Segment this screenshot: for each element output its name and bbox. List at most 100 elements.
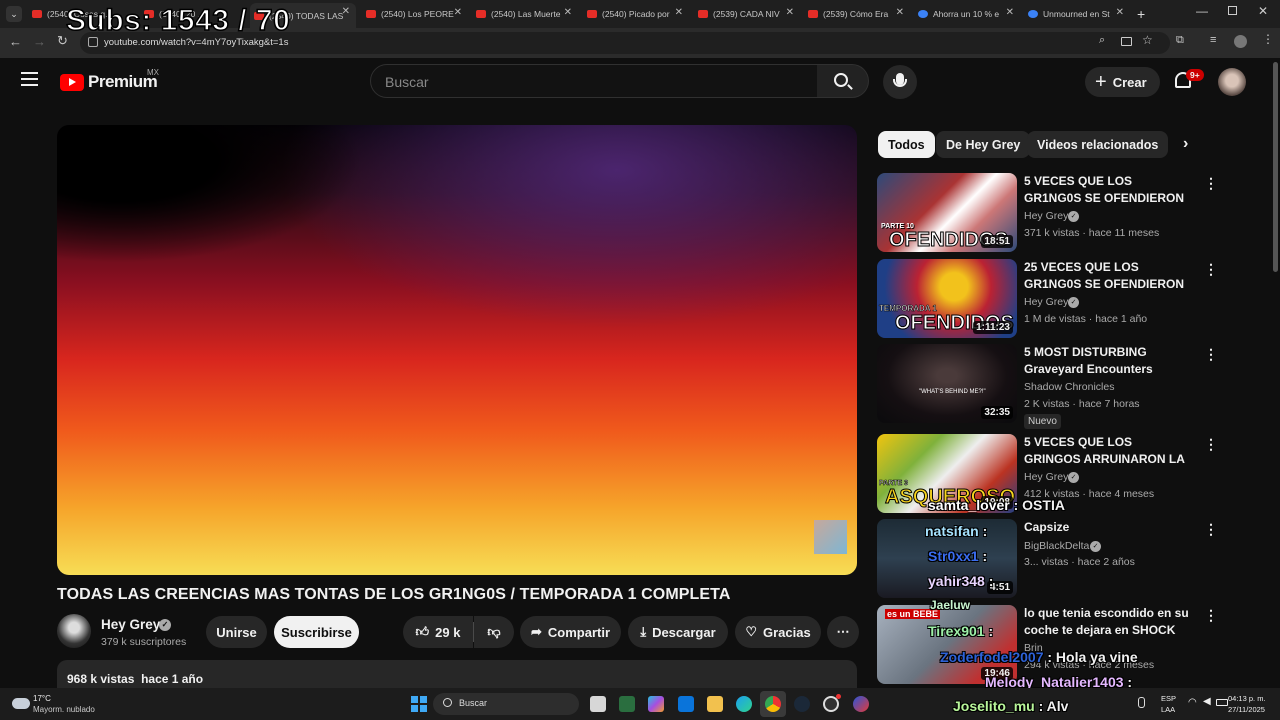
recommendation-channel[interactable]: Shadow Chronicles [1024, 381, 1114, 393]
recommendation-item[interactable]: "WHAT'S BEHIND ME?!" 32:35 5 MOST DISTUR… [877, 344, 1218, 429]
close-icon[interactable]: ✕ [896, 7, 904, 18]
extensions-icon[interactable]: ⧉ [1176, 34, 1184, 47]
close-icon[interactable]: ✕ [1006, 7, 1014, 18]
bookmark-star-icon[interactable]: ☆ [1142, 33, 1153, 47]
thanks-button[interactable]: ♡ Gracias [735, 616, 821, 648]
recommendation-title[interactable]: 5 VECES QUE LOS GR1NG0S SE OFENDIERON PO… [1024, 173, 1192, 207]
edge-icon[interactable] [736, 696, 752, 712]
site-info-icon[interactable] [88, 37, 98, 47]
recommendation-channel[interactable]: BigBlackDelta [1024, 540, 1089, 552]
channel-avatar[interactable] [57, 614, 91, 648]
chip-videos-relacionados[interactable]: Videos relacionados [1027, 131, 1169, 158]
voice-search-button[interactable] [883, 65, 917, 99]
recommendation-channel[interactable]: Hey Grey [1024, 296, 1068, 308]
copilot-icon[interactable] [648, 696, 664, 712]
search-button[interactable] [817, 64, 869, 98]
clock-date[interactable]: 27/11/2025 [1228, 705, 1265, 714]
restore-window-icon[interactable] [1228, 6, 1237, 15]
recommendation-channel[interactable]: Hey Grey [1024, 210, 1068, 222]
more-vertical-icon[interactable]: ⋮ [1204, 175, 1218, 192]
profile-avatar-icon[interactable] [1234, 35, 1247, 48]
more-vertical-icon[interactable]: ⋮ [1204, 521, 1218, 538]
app-icon[interactable] [853, 696, 869, 712]
minimize-window-icon[interactable]: — [1196, 4, 1208, 18]
more-vertical-icon[interactable]: ⋮ [1204, 436, 1218, 453]
recommendation-item[interactable]: TEMPORADA 1 OFENDIDOS 1:11:23 25 VECES Q… [877, 259, 1218, 339]
new-tab-button[interactable]: + [1137, 6, 1145, 22]
video-thumbnail[interactable]: PARTE 10 OFENDIDOS 18:51 [877, 173, 1017, 252]
close-icon[interactable]: ✕ [342, 6, 350, 17]
close-icon[interactable]: ✕ [786, 7, 794, 18]
zoom-icon[interactable]: ⌕ [1099, 34, 1105, 47]
more-actions-button[interactable]: ⋯ [827, 616, 859, 648]
chip-todos[interactable]: Todos [878, 131, 935, 158]
cast-icon[interactable] [1121, 37, 1132, 46]
mic-tray-icon[interactable] [1138, 697, 1145, 708]
close-icon[interactable]: ✕ [564, 7, 572, 18]
recommendation-channel[interactable]: Hey Grey [1024, 471, 1068, 483]
file-explorer-icon[interactable] [707, 696, 723, 712]
more-vertical-icon[interactable]: ⋮ [1204, 261, 1218, 278]
hamburger-menu-icon[interactable] [21, 72, 38, 86]
recommendation-title[interactable]: 25 VECES QUE LOS GR1NG0S SE OFENDIERON P… [1024, 259, 1192, 293]
more-vertical-icon[interactable]: ⋮ [1204, 346, 1218, 363]
store-icon[interactable] [678, 696, 694, 712]
browser-tab[interactable]: (2540) Picado por ✕ [583, 4, 689, 24]
close-icon[interactable]: ✕ [454, 7, 462, 18]
tab-search-button[interactable]: ⌄ [6, 6, 22, 22]
forward-arrow-icon[interactable]: → [33, 34, 46, 49]
task-view-icon[interactable] [590, 696, 606, 712]
video-player[interactable] [57, 125, 857, 575]
close-icon[interactable]: ✕ [1116, 7, 1124, 18]
back-arrow-icon[interactable]: ← [9, 34, 22, 49]
page-scrollbar-thumb[interactable] [1273, 62, 1278, 272]
browser-tab[interactable]: Unmourned en St ✕ [1024, 4, 1130, 24]
share-button[interactable]: ➦ Compartir [520, 616, 621, 648]
dislike-button[interactable]: 👎︎ [474, 616, 514, 648]
chat-message: samta_lover : OSTIA [928, 497, 1065, 513]
close-window-icon[interactable]: ✕ [1258, 4, 1268, 18]
search-input[interactable]: Buscar [370, 64, 818, 98]
language-bottom[interactable]: LAA [1161, 705, 1175, 714]
browser-tab[interactable]: (2539) CADA NIV ✕ [694, 4, 800, 24]
chips-next-chevron-icon[interactable]: › [1183, 135, 1188, 153]
recommendation-title[interactable]: lo que tenia escondido en su coche te de… [1024, 605, 1192, 639]
join-button[interactable]: Unirse [206, 616, 267, 648]
account-avatar[interactable] [1218, 68, 1246, 96]
subscribe-button[interactable]: Suscribirse [274, 616, 359, 648]
browser-tab[interactable]: (2539) Cómo Era ✕ [804, 4, 910, 24]
browser-menu-icon[interactable]: ⋮ [1262, 32, 1274, 46]
chrome-icon[interactable] [765, 696, 781, 712]
youtube-logo[interactable]: Premium [60, 72, 158, 92]
wifi-icon[interactable]: ◠ [1188, 697, 1197, 708]
windows-start-icon[interactable] [411, 696, 427, 712]
browser-tab[interactable]: (2540) Los PEORE ✕ [362, 4, 468, 24]
recommendation-title[interactable]: 5 VECES QUE LOS GRINGOS ARRUINARON LA ..… [1024, 434, 1192, 468]
close-icon[interactable]: ✕ [675, 7, 683, 18]
recommendation-title[interactable]: 5 MOST DISTURBING Graveyard Encounters [1024, 344, 1192, 378]
clock-time[interactable]: 04:13 p. m. [1228, 694, 1266, 703]
video-thumbnail[interactable]: es un BEBE 19:46 [877, 605, 1017, 684]
download-button[interactable]: ⤓ Descargar [628, 616, 728, 648]
chip-de-hey-grey[interactable]: De Hey Grey [936, 131, 1031, 158]
terminal-icon[interactable] [619, 696, 635, 712]
recommendation-title[interactable]: Capsize [1024, 519, 1192, 536]
recommendation-item[interactable]: es un BEBE 19:46 lo que tenia escondido … [877, 605, 1218, 685]
like-button[interactable]: 👍︎ 29 k [403, 616, 473, 648]
taskbar-search-box[interactable]: Buscar [433, 693, 579, 715]
video-thumbnail[interactable]: TEMPORADA 1 OFENDIDOS 1:11:23 [877, 259, 1017, 338]
url-text[interactable]: youtube.com/watch?v=4mY7oyTixakg&t=1s [104, 37, 288, 48]
weather-cloud-icon[interactable] [12, 698, 30, 709]
steam-icon[interactable] [794, 696, 810, 712]
more-vertical-icon[interactable]: ⋮ [1204, 607, 1218, 624]
video-thumbnail[interactable]: "WHAT'S BEHIND ME?!" 32:35 [877, 344, 1017, 423]
create-button[interactable]: + Crear [1085, 67, 1160, 97]
battery-icon[interactable] [1216, 699, 1228, 706]
reading-list-icon[interactable]: ≡ [1210, 34, 1216, 46]
browser-tab[interactable]: Ahorra un 10 % e ✕ [914, 4, 1020, 24]
language-top[interactable]: ESP [1161, 694, 1176, 703]
speaker-icon[interactable]: ◀ [1203, 696, 1211, 707]
recommendation-item[interactable]: PARTE 10 OFENDIDOS 18:51 5 VECES QUE LOS… [877, 173, 1218, 253]
browser-tab[interactable]: (2540) Las Muerte ✕ [472, 4, 578, 24]
channel-name[interactable]: Hey Grey [101, 617, 160, 632]
